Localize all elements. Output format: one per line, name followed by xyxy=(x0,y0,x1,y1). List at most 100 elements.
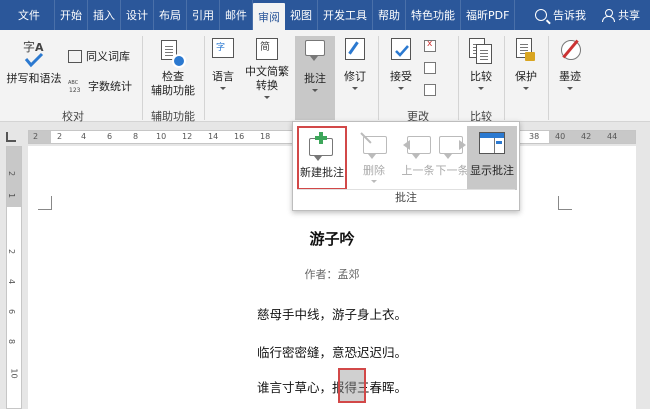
thesaurus-label: 同义词库 xyxy=(86,50,130,63)
accept-button[interactable]: 接受 xyxy=(384,38,418,90)
tab-help[interactable]: 帮助 xyxy=(373,0,406,30)
chevron-down-icon xyxy=(220,87,226,90)
tab-special-features[interactable]: 特色功能 xyxy=(406,0,461,30)
show-comments-button[interactable]: 显示批注 xyxy=(467,126,517,190)
delete-comment-button[interactable]: 删除 xyxy=(349,126,399,190)
track-changes-button[interactable]: 修订 xyxy=(340,38,370,90)
language-button[interactable]: 字 语言 xyxy=(208,38,238,90)
vertical-ruler[interactable]: 2 1 2 4 6 8 10 xyxy=(6,146,22,409)
ribbon-separator xyxy=(504,36,505,120)
margin-corner xyxy=(38,196,52,210)
comment-button[interactable]: 批注 xyxy=(298,38,332,92)
ribbon-separator xyxy=(548,36,549,120)
ruler-tick: 2 xyxy=(57,132,63,141)
share-label: 共享 xyxy=(618,9,640,22)
chevron-down-icon xyxy=(478,87,484,90)
tab-layout[interactable]: 布局 xyxy=(154,0,187,30)
comment-icon xyxy=(305,40,325,61)
person-icon xyxy=(602,9,615,22)
svg-text:A: A xyxy=(35,41,44,54)
share-button[interactable]: 共享 xyxy=(596,7,650,23)
ruler-tick: 2 xyxy=(7,248,17,255)
thesaurus-button[interactable]: 同义词库 xyxy=(68,48,130,64)
spelling-grammar-label: 拼写和语法 xyxy=(6,72,62,85)
chevron-down-icon xyxy=(567,87,573,90)
conversion-label-1: 中文简繁 xyxy=(245,65,289,78)
ruler-tick: 4 xyxy=(81,132,87,141)
tab-selector-icon[interactable] xyxy=(6,132,16,142)
check-label-2: 辅助功能 xyxy=(151,84,195,97)
ruler-tick: 4 xyxy=(7,278,17,285)
tab-design[interactable]: 设计 xyxy=(121,0,154,30)
ruler-tick: 42 xyxy=(581,132,592,141)
conversion-label-2: 转换 xyxy=(256,79,278,92)
tab-foxit-pdf[interactable]: 福昕PDF xyxy=(461,0,516,30)
ink-button[interactable]: 墨迹 xyxy=(552,38,588,90)
protect-button[interactable]: 保护 xyxy=(508,38,544,90)
ruler-tick: 2 xyxy=(33,132,39,141)
protect-label: 保护 xyxy=(515,70,537,83)
tab-insert[interactable]: 插入 xyxy=(88,0,121,30)
spelling-grammar-button[interactable]: 字 A 拼写和语法 xyxy=(6,38,62,86)
chinese-conversion-button[interactable]: 简 中文简繁 转换 xyxy=(242,38,292,99)
book-icon xyxy=(68,49,82,63)
accept-icon xyxy=(391,38,411,60)
accept-label: 接受 xyxy=(390,70,412,83)
chevron-down-icon xyxy=(398,87,404,90)
ruler-tick: 6 xyxy=(7,308,17,315)
poem-author: 作者：孟郊 xyxy=(304,268,360,281)
compare-button[interactable]: 比较 xyxy=(462,38,500,90)
ruler-tick: 12 xyxy=(182,132,193,141)
flyout-group-label: 批注 xyxy=(395,191,417,204)
reject-icon[interactable]: x xyxy=(424,39,436,52)
ruler-tick: 8 xyxy=(7,338,17,345)
delete-label: 删除 xyxy=(363,164,385,177)
ruler-tick: 38 xyxy=(529,132,540,141)
svg-text:ABC: ABC xyxy=(68,80,79,86)
tab-references[interactable]: 引用 xyxy=(187,0,220,30)
poem-line: 临行密密缝，意恐迟迟归。 xyxy=(256,345,407,360)
word-count-icon: ABC 123 xyxy=(68,80,81,93)
chevron-down-icon xyxy=(312,89,318,92)
poem-line: 谁言寸草心，报得三春晖。 xyxy=(256,380,407,395)
svg-text:字: 字 xyxy=(23,39,35,54)
ruler-tick: 10 xyxy=(9,368,19,379)
tell-me-search[interactable]: 告诉我 xyxy=(525,7,596,23)
language-label: 语言 xyxy=(212,70,234,83)
tab-home[interactable]: 开始 xyxy=(55,0,88,30)
ruler-tick: 16 xyxy=(234,132,245,141)
text-selection-highlight xyxy=(338,368,366,403)
word-count-button[interactable]: ABC 123 字数统计 xyxy=(68,78,132,94)
tell-me-label: 告诉我 xyxy=(553,9,586,22)
margin-corner xyxy=(558,196,572,210)
comment-label: 批注 xyxy=(304,72,326,85)
ruler-tick: 10 xyxy=(156,132,167,141)
ribbon-separator xyxy=(378,36,379,120)
language-icon: 字 xyxy=(212,38,234,58)
lock-icon xyxy=(515,38,537,66)
delete-comment-icon xyxy=(359,130,389,159)
previous-change-icon[interactable] xyxy=(424,62,436,74)
ruler-tick: 44 xyxy=(607,132,618,141)
conversion-icon: 简 xyxy=(256,38,278,60)
chevron-down-icon xyxy=(352,87,358,90)
new-comment-button[interactable]: 新建批注 xyxy=(297,126,347,190)
tab-file[interactable]: 文件 xyxy=(0,0,55,30)
pen-icon xyxy=(559,38,581,66)
next-change-icon[interactable] xyxy=(424,84,436,96)
track-changes-icon xyxy=(345,38,365,60)
chevron-down-icon xyxy=(523,87,529,90)
ruler-tick: 18 xyxy=(260,132,271,141)
tab-mailings[interactable]: 邮件 xyxy=(220,0,253,30)
check-accessibility-button[interactable]: 检查 辅助功能 xyxy=(148,38,198,98)
ruler-tick: 40 xyxy=(555,132,566,141)
new-comment-icon xyxy=(307,132,337,161)
check-label-1: 检查 xyxy=(162,70,184,83)
tab-review[interactable]: 审阅 xyxy=(253,3,285,30)
show-comments-icon xyxy=(479,130,505,158)
ink-label: 墨迹 xyxy=(559,70,581,83)
tab-view[interactable]: 视图 xyxy=(285,0,318,30)
spelling-check-icon: 字 A xyxy=(23,39,44,68)
tab-developer[interactable]: 开发工具 xyxy=(318,0,373,30)
show-comments-label: 显示批注 xyxy=(470,164,514,177)
